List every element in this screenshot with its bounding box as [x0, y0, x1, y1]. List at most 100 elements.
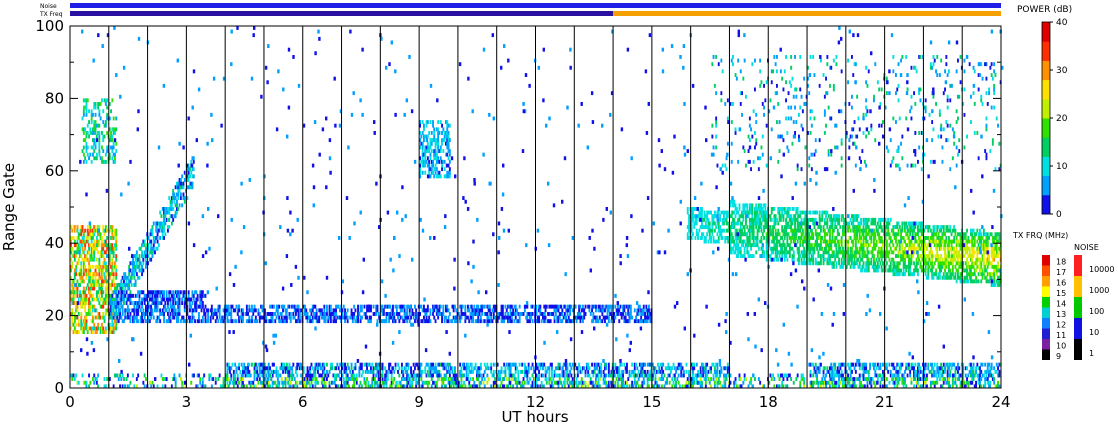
- heatmap-cell: [446, 152, 449, 157]
- heatmap-cell: [667, 362, 670, 367]
- heatmap-cell: [253, 366, 256, 371]
- heatmap-cell: [98, 141, 101, 146]
- heatmap-cell: [98, 112, 101, 117]
- heatmap-cell: [526, 377, 529, 381]
- heatmap-cell: [662, 369, 665, 374]
- heatmap-cell: [110, 109, 112, 114]
- heatmap-cell: [176, 203, 178, 208]
- heatmap-cell: [310, 380, 313, 385]
- heatmap-cell: [927, 362, 930, 367]
- heatmap-cell: [779, 69, 782, 74]
- heatmap-cell: [207, 312, 209, 316]
- heatmap-cell: [910, 94, 913, 99]
- heatmap-cell: [781, 380, 784, 385]
- heatmap-cell: [448, 312, 451, 316]
- heatmap-cell: [399, 380, 402, 385]
- heatmap-cell: [291, 377, 293, 381]
- heatmap-cell: [734, 377, 737, 381]
- heatmap-cell: [963, 145, 966, 150]
- noise-bar-label: Noise: [40, 3, 57, 10]
- heatmap-cell: [826, 167, 829, 172]
- heatmap-cell: [785, 55, 787, 59]
- heatmap-cell: [102, 149, 105, 153]
- heatmap-cell: [415, 308, 418, 313]
- heatmap-cell: [443, 159, 446, 164]
- heatmap-cell: [761, 102, 764, 106]
- heatmap-cell: [676, 377, 679, 381]
- heatmap-cell: [295, 369, 297, 374]
- heatmap-cell: [721, 69, 724, 74]
- heatmap-cell: [866, 109, 869, 114]
- heatmap-cell: [825, 123, 827, 128]
- heatmap-cell: [97, 322, 100, 327]
- heatmap-cell: [101, 98, 103, 103]
- heatmap-cell: [681, 366, 684, 371]
- heatmap-cell: [904, 369, 906, 374]
- heatmap-cell: [693, 377, 696, 381]
- heatmap-cell: [77, 330, 80, 334]
- heatmap-cell: [557, 319, 560, 324]
- heatmap-cell: [526, 304, 529, 309]
- heatmap-cell: [737, 58, 740, 63]
- heatmap-cell: [102, 254, 105, 258]
- heatmap-cell: [269, 366, 271, 371]
- heatmap-cell: [730, 120, 733, 124]
- heatmap-cell: [865, 80, 868, 85]
- heatmap-cell: [791, 141, 794, 146]
- heatmap-cell: [655, 380, 658, 385]
- heatmap-cell: [89, 268, 92, 273]
- heatmap-cell: [745, 163, 747, 168]
- heatmap-cell: [170, 203, 173, 208]
- heatmap-cell: [94, 112, 97, 117]
- heatmap-cell: [174, 196, 177, 200]
- heatmap-cell: [248, 315, 251, 320]
- heatmap-cell: [76, 293, 79, 298]
- heatmap-cell: [985, 156, 988, 161]
- heatmap-cell: [230, 373, 233, 378]
- heatmap-cell: [849, 366, 852, 371]
- heatmap-cell: [792, 94, 795, 99]
- heatmap-cell: [116, 297, 119, 302]
- heatmap-cell: [85, 254, 88, 258]
- heatmap-cell: [148, 293, 151, 298]
- heatmap-cell: [174, 380, 177, 385]
- heatmap-cell: [420, 373, 423, 378]
- heatmap-cell: [129, 297, 132, 302]
- heatmap-cell: [126, 304, 129, 309]
- heatmap-cell: [115, 268, 118, 273]
- heatmap-cell: [808, 156, 811, 161]
- heatmap-cell: [737, 159, 740, 164]
- heatmap-cell: [112, 279, 115, 284]
- heatmap-cell: [95, 156, 98, 161]
- heatmap-cell: [593, 369, 596, 374]
- heatmap-cell: [434, 145, 437, 150]
- heatmap-cell: [570, 373, 573, 378]
- heatmap-cell: [75, 322, 78, 327]
- heatmap-cell: [673, 377, 676, 381]
- heatmap-cell: [924, 109, 927, 114]
- heatmap-cell: [234, 308, 237, 313]
- heatmap-cell: [382, 312, 385, 316]
- heatmap-cell: [820, 362, 822, 367]
- heatmap-cell: [90, 120, 93, 124]
- heatmap-cell: [447, 377, 450, 381]
- heatmap-cell: [94, 105, 97, 110]
- heatmap-cell: [85, 105, 88, 110]
- heatmap-cell: [796, 373, 799, 378]
- heatmap-cell: [542, 366, 544, 371]
- heatmap-cell: [406, 312, 409, 316]
- heatmap-cell: [566, 366, 569, 371]
- heatmap-cell: [314, 369, 317, 374]
- heatmap-cell: [814, 149, 817, 153]
- heatmap-cell: [847, 80, 849, 85]
- heatmap-cell: [110, 297, 112, 302]
- heatmap-cell: [92, 319, 94, 324]
- heatmap-cell: [112, 268, 115, 273]
- heatmap-cell: [267, 380, 270, 385]
- heatmap-cell: [854, 362, 857, 367]
- heatmap-cell: [931, 65, 934, 70]
- heatmap-cell: [101, 145, 103, 150]
- heatmap-cell: [192, 159, 195, 164]
- heatmap-cell: [896, 87, 899, 92]
- heatmap-cell: [595, 308, 597, 313]
